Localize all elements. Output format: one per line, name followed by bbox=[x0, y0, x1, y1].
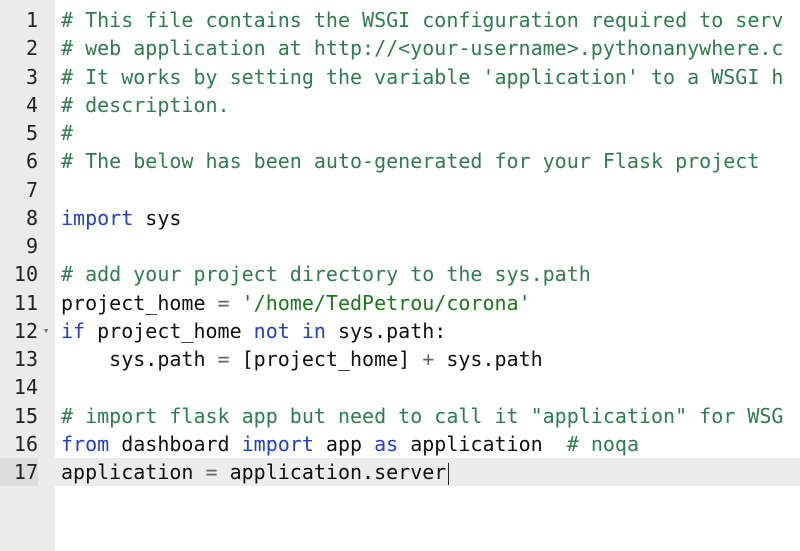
line-code: # description. bbox=[61, 91, 800, 119]
code-line[interactable]: 13 sys.path = [project_home] + sys.path bbox=[0, 345, 800, 373]
code-token: from bbox=[61, 431, 110, 456]
line-number: 10 bbox=[13, 262, 38, 287]
line-number: 2 bbox=[25, 36, 38, 61]
code-token: as bbox=[374, 431, 399, 456]
code-token: # web application at http://<your-userna… bbox=[61, 36, 784, 61]
text-cursor bbox=[448, 462, 450, 485]
line-code: project_home = '/home/TedPetrou/corona' bbox=[61, 289, 800, 317]
code-line[interactable]: 10 # add your project directory to the sy… bbox=[0, 260, 800, 288]
code-line[interactable]: 2 # web application at http://<your-usern… bbox=[0, 34, 800, 62]
line-code: # import flask app but need to call it "… bbox=[61, 402, 800, 430]
code-token: # This file contains the WSGI configurat… bbox=[61, 8, 784, 32]
line-code: import sys bbox=[61, 204, 800, 232]
code-token: app bbox=[313, 431, 375, 456]
code-line[interactable]: 15 # import flask app but need to call it… bbox=[0, 402, 800, 430]
code-token: application bbox=[398, 431, 567, 456]
line-code: # The below has been auto-generated for … bbox=[61, 147, 800, 175]
code-token: sys bbox=[133, 205, 182, 230]
code-line[interactable]: 4 # description. bbox=[0, 91, 800, 119]
code-line[interactable]: 17 application = application.server bbox=[0, 458, 800, 487]
line-code: # This file contains the WSGI configurat… bbox=[61, 6, 800, 34]
code-token: project_home bbox=[61, 290, 218, 315]
code-token: = bbox=[217, 290, 230, 315]
line-code: if project_home not in sys.path: bbox=[61, 317, 800, 345]
code-token: # The below has been auto-generated for … bbox=[61, 149, 760, 174]
line-code: from dashboard import app as application… bbox=[61, 430, 800, 458]
line-number: 1 bbox=[25, 8, 38, 32]
line-code: # bbox=[61, 119, 800, 147]
line-number: 4 bbox=[25, 92, 38, 117]
code-token: # description. bbox=[61, 92, 230, 117]
code-lines: 1 # This file contains the WSGI configura… bbox=[0, 6, 800, 487]
line-number: 17 bbox=[0, 458, 38, 487]
code-token: sys.path bbox=[434, 347, 543, 371]
line-number: 6 bbox=[25, 149, 38, 174]
line-number: 13 bbox=[13, 347, 38, 371]
code-token: import bbox=[61, 205, 134, 230]
line-code: sys.path = [project_home] + sys.path bbox=[61, 345, 800, 373]
code-token: = bbox=[217, 347, 230, 371]
code-line[interactable]: 16 from dashboard import app as applicati… bbox=[0, 430, 800, 458]
line-code: # web application at http://<your-userna… bbox=[61, 34, 800, 62]
code-line[interactable]: 5 # bbox=[0, 119, 800, 147]
code-token: project_home bbox=[85, 318, 254, 343]
code-line[interactable]: 6 # The below has been auto-generated for… bbox=[0, 147, 800, 175]
code-line[interactable]: 1 # This file contains the WSGI configura… bbox=[0, 6, 800, 34]
line-number: 9 bbox=[25, 234, 38, 258]
line-code: # add your project directory to the sys.… bbox=[61, 260, 800, 288]
fold-arrow-icon[interactable]: ▾ bbox=[40, 317, 52, 345]
code-token: = bbox=[205, 460, 218, 484]
line-number: 12 bbox=[13, 318, 38, 343]
code-line[interactable]: 9 bbox=[0, 232, 800, 260]
code-line[interactable]: 3 # It works by setting the variable 'app… bbox=[0, 63, 800, 91]
code-token: if bbox=[61, 318, 86, 343]
code-line[interactable]: 7 bbox=[0, 176, 800, 204]
code-line[interactable]: 12 ▾ if project_home not in sys.path: bbox=[0, 317, 800, 345]
code-editor[interactable]: 1 # This file contains the WSGI configura… bbox=[0, 0, 800, 551]
code-token: import bbox=[241, 431, 314, 456]
code-token: sys.path: bbox=[325, 318, 447, 343]
line-number: 8 bbox=[25, 205, 38, 230]
code-token: not bbox=[253, 318, 290, 343]
code-token: '/home/TedPetrou/corona' bbox=[241, 290, 531, 315]
code-line[interactable]: 14 bbox=[0, 373, 800, 401]
line-code: application = application.server bbox=[61, 458, 800, 486]
code-token: # import flask app but need to call it "… bbox=[61, 403, 784, 428]
line-code: # It works by setting the variable 'appl… bbox=[61, 63, 800, 91]
line-number: 5 bbox=[25, 121, 38, 145]
code-token: # It works by setting the variable 'appl… bbox=[61, 64, 784, 89]
code-token: + bbox=[422, 347, 435, 371]
line-number: 15 bbox=[13, 403, 38, 428]
line-number: 11 bbox=[13, 290, 38, 315]
code-line[interactable]: 8 import sys bbox=[0, 204, 800, 232]
line-number: 16 bbox=[13, 431, 38, 456]
code-token: # bbox=[61, 121, 74, 145]
code-token: # noqa bbox=[566, 431, 640, 456]
code-token: sys.path bbox=[61, 347, 218, 371]
line-number: 7 bbox=[25, 177, 38, 202]
line-number: 14 bbox=[13, 375, 38, 400]
code-token: application bbox=[61, 460, 206, 484]
code-token: # add your project directory to the sys.… bbox=[61, 262, 591, 287]
code-token: application.server bbox=[217, 460, 447, 484]
code-token: in bbox=[301, 318, 326, 343]
code-token: [project_home] bbox=[229, 347, 423, 371]
code-token: dashboard bbox=[109, 431, 242, 456]
line-number: 3 bbox=[25, 64, 38, 89]
code-line[interactable]: 11 project_home = '/home/TedPetrou/corona… bbox=[0, 289, 800, 317]
